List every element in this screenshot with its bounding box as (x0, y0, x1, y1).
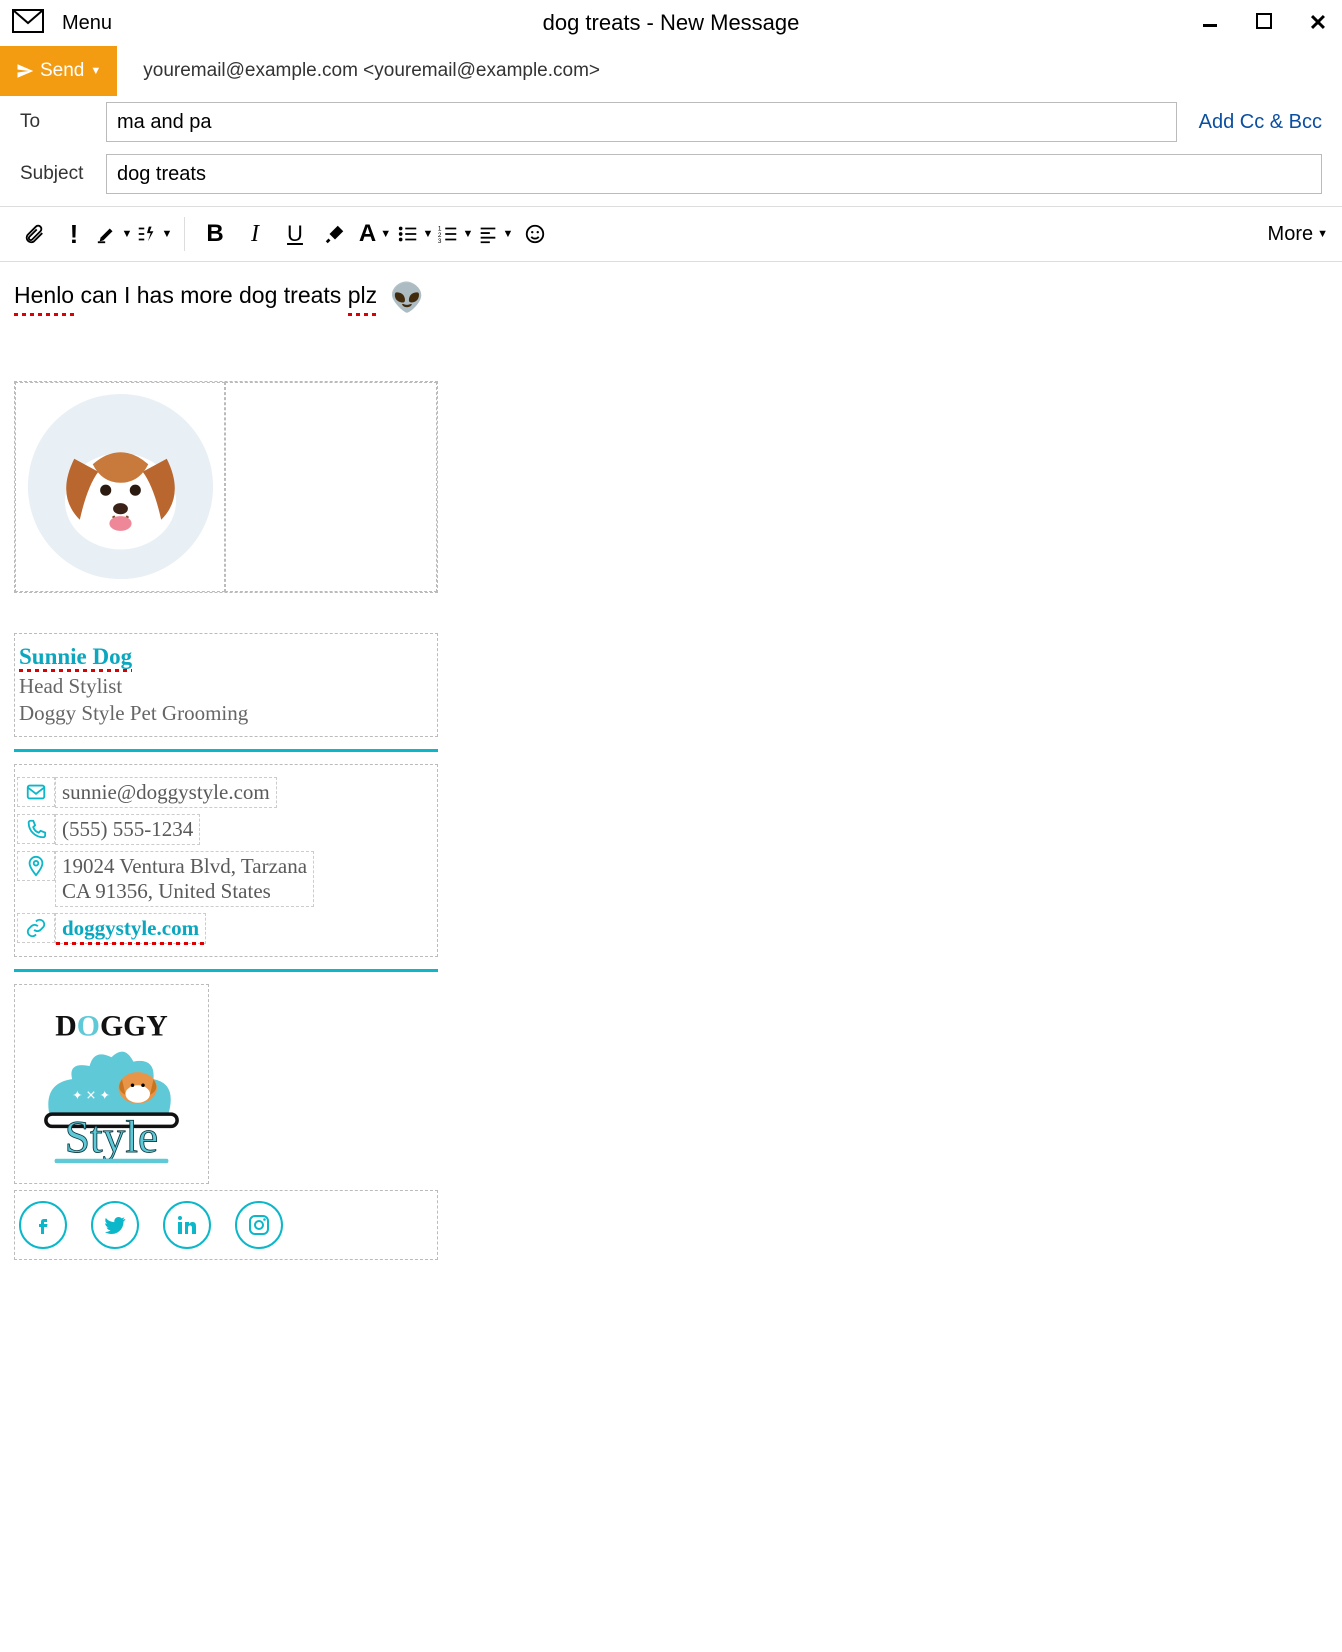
signature-divider-1 (14, 749, 438, 752)
window-title: dog treats - New Message (543, 10, 800, 36)
email-icon (17, 777, 55, 807)
minimize-button[interactable] (1198, 12, 1222, 35)
twitter-link[interactable] (91, 1201, 139, 1249)
signature-name[interactable]: Sunnie Dog (19, 644, 132, 670)
phone-icon (17, 814, 55, 844)
send-button[interactable]: Send ▼ (0, 46, 117, 96)
alien-emoji: 👽 (390, 282, 425, 313)
signature-avatar-cell[interactable] (15, 382, 225, 592)
signature-logo[interactable]: DOGGY ✦ ✕ ✦ Style (14, 984, 209, 1184)
svg-text:✦ ✕ ✦: ✦ ✕ ✦ (72, 1089, 110, 1103)
brush-icon (324, 223, 346, 245)
emoji-button[interactable] (515, 214, 555, 254)
signature-divider-2 (14, 969, 438, 972)
more-button[interactable]: More▼ (1268, 223, 1328, 246)
align-icon (477, 223, 499, 245)
menu-button[interactable]: Menu (62, 12, 112, 35)
location-icon (17, 851, 55, 881)
underline-button[interactable]: U (275, 214, 315, 254)
from-address[interactable]: youremail@example.com <youremail@example… (143, 60, 600, 82)
doggy-style-logo-icon: DOGGY ✦ ✕ ✦ Style (24, 996, 199, 1171)
smiley-icon (524, 223, 546, 245)
subject-input[interactable] (106, 154, 1322, 194)
lightning-lines-icon (136, 223, 158, 245)
font-color-button[interactable]: A▼ (355, 214, 395, 254)
svg-text:DOGGY: DOGGY (55, 1010, 167, 1043)
attach-button[interactable] (14, 214, 54, 254)
signature-phone[interactable]: (555) 555-1234 (55, 814, 200, 845)
bullet-list-button[interactable]: ▼ (395, 214, 435, 254)
signature-title[interactable]: Head Stylist (19, 674, 433, 699)
close-button[interactable]: ✕ (1306, 10, 1330, 36)
numbered-list-icon: 123 (437, 223, 459, 245)
signature-email[interactable]: sunnie@doggystyle.com (55, 777, 277, 808)
quickformat-button[interactable]: ▼ (134, 214, 174, 254)
bold-button[interactable]: B (195, 214, 235, 254)
signature-empty-cell[interactable] (225, 382, 437, 592)
avatar-image (28, 394, 213, 579)
subject-label: Subject (20, 163, 96, 185)
svg-text:Style: Style (65, 1111, 159, 1162)
signature-address[interactable]: 19024 Ventura Blvd, Tarzana CA 91356, Un… (55, 851, 314, 907)
formatting-toolbar: ! ▼ ▼ B I U A▼ ▼ 123 ▼ ▼ More▼ (0, 206, 1342, 262)
highlighter-icon (96, 223, 118, 245)
body-word-1: Henlo (14, 277, 74, 314)
to-label: To (20, 111, 96, 133)
linkedin-link[interactable] (163, 1201, 211, 1249)
twitter-icon (103, 1213, 127, 1237)
instagram-link[interactable] (235, 1201, 283, 1249)
body-word-2: plz (348, 277, 377, 314)
italic-button[interactable]: I (235, 214, 275, 254)
send-icon (16, 62, 34, 80)
signature-company[interactable]: Doggy Style Pet Grooming (19, 701, 433, 726)
priority-button[interactable]: ! (54, 214, 94, 254)
paperclip-icon (23, 223, 45, 245)
bullet-list-icon (397, 223, 419, 245)
align-button[interactable]: ▼ (475, 214, 515, 254)
facebook-icon (31, 1213, 55, 1237)
link-icon (17, 913, 55, 943)
to-input[interactable] (106, 102, 1177, 142)
message-body[interactable]: Henlo can I has more dog treats plz 👽 (0, 262, 1342, 1274)
facebook-link[interactable] (19, 1201, 67, 1249)
linkedin-icon (175, 1213, 199, 1237)
instagram-icon (247, 1213, 271, 1237)
svg-text:3: 3 (437, 238, 441, 245)
body-mid: can I has more dog treats (74, 282, 348, 308)
numbered-list-button[interactable]: 123 ▼ (435, 214, 475, 254)
maximize-button[interactable] (1252, 12, 1276, 35)
format-painter-button[interactable] (315, 214, 355, 254)
add-cc-bcc-link[interactable]: Add Cc & Bcc (1199, 111, 1322, 134)
highlight-button[interactable]: ▼ (94, 214, 134, 254)
app-icon (12, 9, 44, 38)
signature-website[interactable]: doggystyle.com (55, 913, 206, 944)
